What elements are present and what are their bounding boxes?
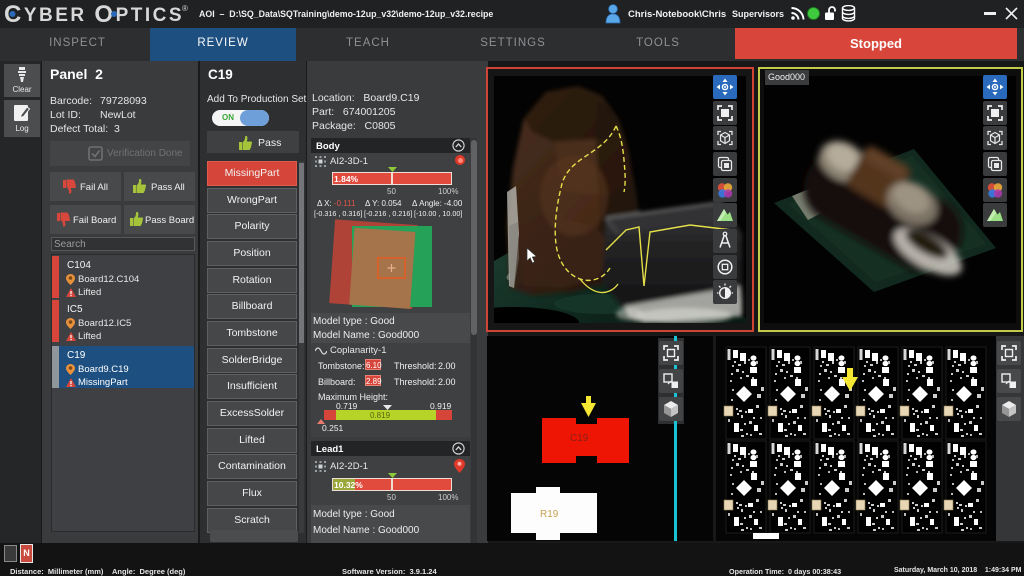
svg-text:CYBER OPTICS: CYBER OPTICS xyxy=(4,1,184,27)
svg-text:C19: C19 xyxy=(570,433,589,444)
svg-text:®: ® xyxy=(182,4,188,13)
svg-text:R19: R19 xyxy=(540,509,559,520)
